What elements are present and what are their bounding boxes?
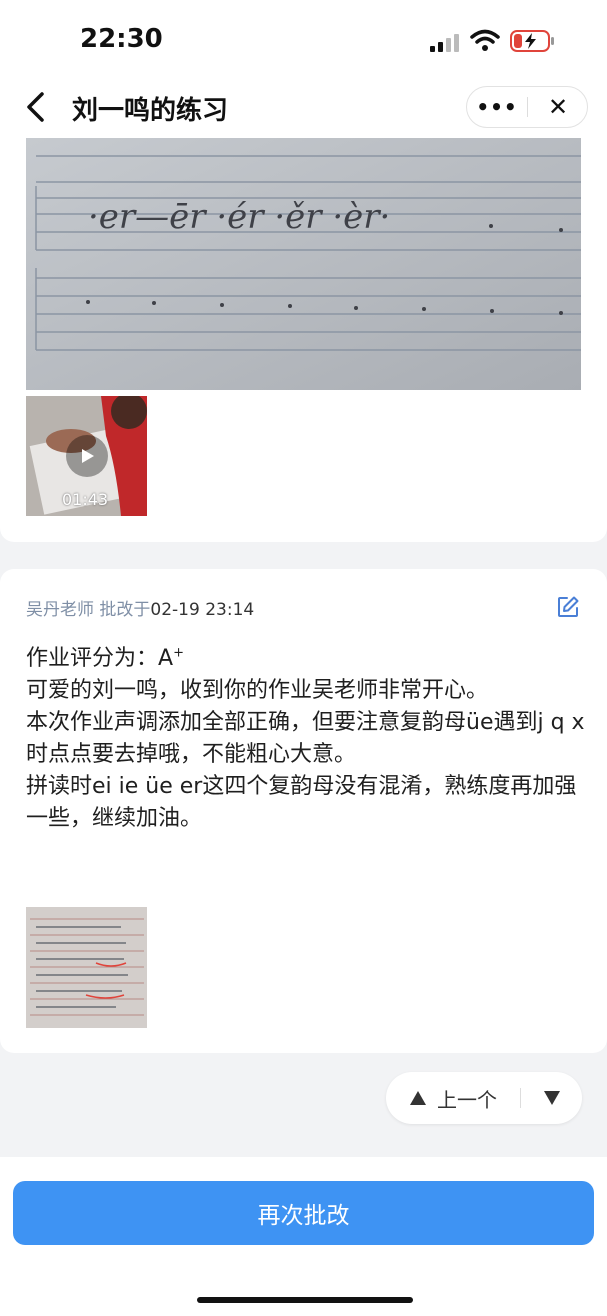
pager: 上一个 bbox=[386, 1072, 582, 1124]
mini-program-capsule: ••• ✕ bbox=[466, 86, 588, 128]
cellular-signal-icon bbox=[430, 34, 459, 52]
teacher-name[interactable]: 吴丹老师 bbox=[26, 600, 94, 620]
more-options-icon[interactable]: ••• bbox=[467, 87, 527, 127]
graded-prefix: 批改于 bbox=[99, 600, 151, 620]
review-card: 吴丹老师 批改于02-19 23:14 作业评分为：A+ 可爱的刘一鸣，收到你的… bbox=[0, 569, 607, 1053]
comment-line: 可爱的刘一鸣，收到你的作业吴老师非常开心。 bbox=[26, 678, 489, 703]
score-label: 作业评分为：A bbox=[26, 646, 174, 671]
video-duration: 01:43 bbox=[62, 490, 109, 509]
bottom-bar: 再次批改 bbox=[0, 1157, 607, 1316]
handwriting-text: ·er—ēr ·ér ·ěr ·èr· bbox=[88, 197, 390, 237]
review-meta: 吴丹老师 批改于02-19 23:14 bbox=[26, 595, 254, 620]
status-bar: 22:30 bbox=[0, 0, 607, 80]
attachment-scene-graphic bbox=[26, 907, 147, 1028]
score-line: 作业评分为：A+ bbox=[26, 643, 586, 675]
battery-icon bbox=[510, 30, 554, 52]
regrade-button[interactable]: 再次批改 bbox=[13, 1181, 594, 1245]
wifi-icon bbox=[470, 29, 500, 51]
comment-line: 拼读时ei ie üe er这四个复韵母没有混淆，熟练度再加强一些，继续加油。 bbox=[26, 774, 577, 831]
close-icon[interactable]: ✕ bbox=[528, 87, 588, 127]
triangle-down-icon bbox=[543, 1091, 560, 1105]
comment-line: 本次作业声调添加全部正确，但要注意复韵母üe遇到j q x时点点要去掉哦，不能粗… bbox=[26, 710, 585, 767]
review-comment: 作业评分为：A+ 可爱的刘一鸣，收到你的作业吴老师非常开心。 本次作业声调添加全… bbox=[26, 643, 586, 835]
homework-photo[interactable]: ·er—ēr ·ér ·ěr ·èr· bbox=[26, 138, 581, 390]
score-plus: + bbox=[173, 645, 184, 661]
review-attachment-image[interactable] bbox=[26, 907, 147, 1028]
notebook-page-graphic: ·er—ēr ·ér ·ěr ·èr· bbox=[26, 138, 581, 390]
submission-card: ·er—ēr ·ér ·ěr ·èr· 01:43 bbox=[0, 138, 607, 542]
video-thumbnail[interactable]: 01:43 bbox=[26, 396, 147, 516]
next-button[interactable] bbox=[521, 1072, 582, 1124]
play-icon[interactable] bbox=[66, 435, 108, 477]
status-time: 22:30 bbox=[80, 24, 163, 54]
prev-label: 上一个 bbox=[437, 1087, 497, 1112]
page-title: 刘一鸣的练习 bbox=[72, 96, 229, 126]
graded-date: 02-19 23:14 bbox=[150, 600, 255, 620]
home-indicator[interactable] bbox=[197, 1297, 413, 1303]
back-arrow-icon[interactable] bbox=[22, 90, 52, 124]
triangle-up-icon bbox=[410, 1091, 426, 1105]
nav-bar: 刘一鸣的练习 ••• ✕ bbox=[0, 80, 607, 138]
prev-button[interactable]: 上一个 bbox=[386, 1072, 520, 1124]
edit-icon[interactable] bbox=[556, 595, 580, 619]
